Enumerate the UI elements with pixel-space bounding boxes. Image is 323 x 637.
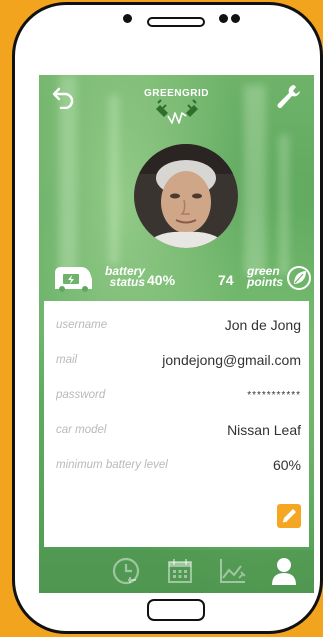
sensor-dot-2 — [231, 14, 240, 23]
green-points-value: 74 — [218, 272, 234, 288]
speaker-slot — [147, 17, 205, 27]
mail-label: mail — [56, 354, 78, 366]
camera-dot — [123, 14, 132, 23]
app-title: GREENGRID — [143, 88, 210, 99]
avatar — [134, 144, 238, 248]
plug-logo-icon — [154, 99, 200, 129]
phone-frame: GREENGRID battery status 40% 74 green po… — [12, 2, 323, 634]
password-label: password — [56, 389, 106, 401]
password-value[interactable]: *********** — [247, 390, 301, 401]
nav-calendar[interactable] — [165, 556, 195, 586]
mail-value[interactable]: jondejong@gmail.com — [162, 352, 301, 368]
app-screen: GREENGRID battery status 40% 74 green po… — [39, 75, 314, 593]
calendar-icon — [168, 559, 192, 583]
min-battery-value[interactable]: 60% — [273, 457, 301, 473]
field-row-username: username Jon de Jong — [44, 315, 309, 339]
nav-schedule[interactable] — [111, 556, 141, 586]
chart-icon — [220, 559, 246, 583]
points-label-line-2: points — [247, 275, 283, 289]
car-model-label: car model — [56, 424, 107, 436]
pencil-icon — [282, 509, 296, 523]
min-battery-label: minimum battery level — [56, 459, 168, 471]
sensor-dot — [219, 14, 228, 23]
wrench-icon — [277, 85, 300, 108]
home-button[interactable] — [147, 599, 205, 621]
edit-profile-button[interactable] — [277, 504, 301, 528]
battery-status-label: battery status — [95, 265, 145, 289]
car-model-value[interactable]: Nissan Leaf — [227, 422, 301, 438]
field-row-car-model: car model Nissan Leaf — [44, 420, 309, 444]
username-label: username — [56, 319, 108, 331]
top-bar: GREENGRID — [39, 75, 314, 135]
nav-profile[interactable] — [269, 556, 299, 586]
settings-button[interactable] — [276, 83, 302, 109]
clock-icon — [112, 557, 140, 585]
car-battery-icon — [51, 263, 95, 293]
field-row-mail: mail jondejong@gmail.com — [44, 350, 309, 374]
bottom-nav — [39, 550, 314, 593]
nav-statistics[interactable] — [217, 556, 247, 586]
green-points-label: green points — [247, 265, 287, 289]
user-icon — [272, 558, 296, 585]
battery-status-value: 40% — [147, 272, 176, 288]
profile-photo — [134, 144, 238, 248]
field-row-password: password *********** — [44, 385, 309, 409]
stats-row: battery status 40% 74 green points — [39, 259, 314, 297]
leaf-icon — [287, 265, 311, 291]
battery-label-line-2: status — [109, 275, 145, 289]
field-row-min-battery: minimum battery level 60% — [44, 455, 309, 479]
profile-card: username Jon de Jong mail jondejong@gmai… — [44, 301, 309, 547]
username-value[interactable]: Jon de Jong — [225, 317, 301, 333]
